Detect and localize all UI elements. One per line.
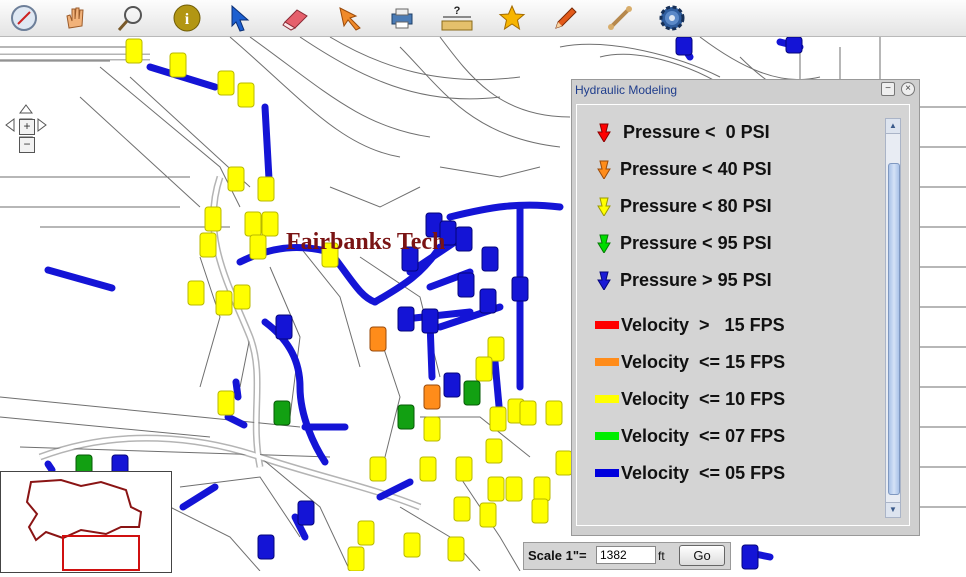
blue-swatch — [595, 469, 619, 477]
yellow-swatch — [595, 395, 619, 403]
red-swatch — [595, 321, 619, 329]
legend-pressure-40: Pressure < 40 PSI — [597, 156, 772, 182]
legend-velocity-label: Velocity <= 05 FPS — [621, 462, 786, 483]
ruler-question-label: ? — [454, 5, 461, 17]
panel-title: Hydraulic Modeling — [575, 83, 678, 97]
road-outlines — [0, 53, 422, 511]
info-icon[interactable]: i — [172, 3, 202, 33]
orange-pin-icon — [597, 160, 611, 179]
place-label: Fairbanks Tech — [286, 229, 445, 255]
hydraulic-modeling-panel: Hydraulic Modeling − × Pressure < 0 PSI … — [571, 79, 920, 536]
overview-extent-box[interactable] — [62, 535, 140, 571]
legend-pressure-0: Pressure < 0 PSI — [597, 119, 770, 145]
overview-map[interactable] — [0, 471, 172, 573]
magnifier-icon[interactable] — [115, 3, 145, 33]
overview-boundary — [25, 478, 143, 542]
printer-icon[interactable] — [387, 3, 417, 33]
legend-pressure-label: Pressure < 40 PSI — [620, 158, 772, 179]
compass-icon[interactable] — [9, 3, 39, 33]
red-pin-icon — [597, 123, 611, 142]
hand-pan-icon[interactable] — [60, 3, 90, 33]
pencil-icon[interactable] — [551, 3, 581, 33]
legend-velocity-over-15: Velocity > 15 FPS — [595, 312, 785, 338]
gear-icon[interactable] — [657, 3, 687, 33]
legend-scrollbar[interactable]: ▲ ▼ — [885, 118, 901, 518]
close-button[interactable]: × — [901, 82, 915, 96]
legend-velocity-07: Velocity <= 07 FPS — [595, 423, 785, 449]
orange-swatch — [595, 358, 619, 366]
green-pin-icon — [597, 234, 611, 253]
legend-pressure-label: Pressure < 95 PSI — [620, 232, 772, 253]
svg-text:i: i — [185, 11, 190, 28]
scale-label: Scale 1"= — [528, 548, 587, 563]
legend-velocity-label: Velocity <= 15 FPS — [621, 351, 786, 372]
eraser-icon[interactable] — [281, 3, 311, 33]
legend-pressure-label: Pressure > 95 PSI — [620, 269, 772, 290]
legend: Pressure < 0 PSI Pressure < 40 PSI Press… — [576, 104, 910, 526]
pointer-icon[interactable] — [225, 3, 255, 33]
legend-velocity-15: Velocity <= 15 FPS — [595, 349, 785, 375]
legend-pressure-95: Pressure < 95 PSI — [597, 230, 772, 256]
star-icon[interactable] — [497, 3, 527, 33]
scale-input[interactable] — [596, 546, 656, 564]
go-button[interactable]: Go — [679, 545, 725, 566]
legend-pressure-over-95: Pressure > 95 PSI — [597, 267, 772, 293]
legend-velocity-label: Velocity > 15 FPS — [621, 314, 785, 335]
legend-pressure-label: Pressure < 0 PSI — [623, 121, 770, 142]
select-arrow-icon[interactable] — [335, 3, 365, 33]
toolbar: i ? — [0, 0, 966, 37]
scale-unit: ft — [658, 549, 665, 563]
legend-pressure-80: Pressure < 80 PSI — [597, 193, 772, 219]
road-fills — [0, 55, 421, 509]
blue-pin-icon — [597, 271, 611, 290]
legend-velocity-05: Velocity <= 05 FPS — [595, 460, 785, 486]
scale-control: Scale 1"= ft Go — [523, 542, 731, 570]
zoom-out-button[interactable]: − — [19, 137, 35, 153]
legend-velocity-label: Velocity <= 07 FPS — [621, 425, 786, 446]
minimize-button[interactable]: − — [881, 82, 895, 96]
zoom-in-button[interactable]: + — [19, 119, 35, 135]
legend-pressure-label: Pressure < 80 PSI — [620, 195, 772, 216]
scroll-down-icon[interactable]: ▼ — [886, 502, 900, 517]
legend-velocity-10: Velocity <= 10 FPS — [595, 386, 785, 412]
scroll-thumb[interactable] — [888, 163, 900, 495]
legend-velocity-label: Velocity <= 10 FPS — [621, 388, 786, 409]
yellow-pin-icon — [597, 197, 611, 216]
measure-ruler-icon[interactable]: ? — [440, 3, 474, 33]
scroll-up-icon[interactable]: ▲ — [886, 119, 900, 134]
green-swatch — [595, 432, 619, 440]
bone-tool-icon[interactable] — [605, 3, 635, 33]
